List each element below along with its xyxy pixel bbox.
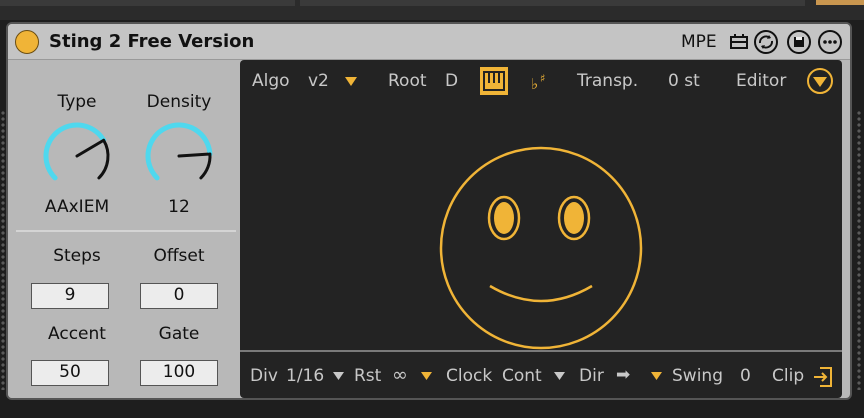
gate-numbox[interactable]: 100 <box>140 360 218 386</box>
steps-numbox[interactable]: 9 <box>31 283 109 309</box>
density-knob[interactable] <box>141 118 217 194</box>
root-label: Root <box>388 71 427 91</box>
root-value[interactable]: D <box>445 71 458 91</box>
dir-dropdown[interactable]: ➡ <box>616 365 630 385</box>
top-strip <box>0 0 864 20</box>
save-icon[interactable] <box>786 29 812 55</box>
sequencer-display: Algo v2 Root D ♭ ♯ Transp. 0 st Editor D… <box>240 60 842 398</box>
offset-numbox[interactable]: 0 <box>140 283 218 309</box>
type-knob[interactable] <box>39 118 115 194</box>
device-titlebar: Sting 2 Free Version MPE <box>8 24 850 60</box>
clock-dropdown-arrow-icon[interactable] <box>553 371 566 381</box>
track-color-tab[interactable] <box>816 0 864 5</box>
editor-label: Editor <box>736 71 787 91</box>
clock-dropdown[interactable]: Cont <box>502 366 542 386</box>
rst-dropdown[interactable]: ∞ <box>392 364 408 386</box>
div-dropdown[interactable]: 1/16 <box>286 366 324 386</box>
steps-label: Steps <box>53 246 101 266</box>
algo-dropdown-arrow-icon[interactable] <box>344 76 358 87</box>
track-strip-left <box>0 0 295 6</box>
smiley-face-icon <box>439 146 643 350</box>
clock-label: Clock <box>446 366 493 386</box>
algo-label: Algo <box>252 71 290 91</box>
parameter-panel: Type AAxIEM Density 12 Steps 9 Offset 0 … <box>8 60 238 398</box>
hot-swap-icon[interactable] <box>753 29 779 55</box>
transp-value[interactable]: 0 st <box>668 71 700 91</box>
power-icon[interactable] <box>15 30 39 54</box>
div-label: Div <box>250 366 278 386</box>
swing-label: Swing <box>672 366 723 386</box>
accent-numbox[interactable]: 50 <box>31 360 109 386</box>
algo-dropdown[interactable]: v2 <box>308 71 329 91</box>
density-label: Density <box>146 92 212 112</box>
more-icon[interactable] <box>817 29 843 55</box>
clip-label: Clip <box>772 366 805 386</box>
accent-label: Accent <box>48 324 106 344</box>
piano-icon[interactable] <box>479 66 509 96</box>
swing-value[interactable]: 0 <box>740 366 751 386</box>
rst-dropdown-arrow-icon[interactable] <box>420 371 433 381</box>
type-label: Type <box>57 92 97 112</box>
svg-text:♭: ♭ <box>531 75 538 93</box>
dir-label: Dir <box>579 366 604 386</box>
transp-label: Transp. <box>577 71 639 91</box>
flat-sharp-icon[interactable]: ♭ ♯ <box>530 68 554 94</box>
type-value: AAxIEM <box>44 197 110 217</box>
mpe-label[interactable]: MPE <box>681 32 717 52</box>
svg-text:♯: ♯ <box>540 72 545 85</box>
panel-divider <box>16 230 236 232</box>
density-value: 12 <box>168 197 190 217</box>
editor-chevron-icon[interactable] <box>806 67 834 95</box>
clip-export-icon[interactable] <box>812 365 834 389</box>
track-strip-right <box>300 0 805 6</box>
instrument-icon[interactable] <box>726 29 752 55</box>
rst-label: Rst <box>354 366 382 386</box>
right-grip[interactable] <box>856 110 862 390</box>
div-dropdown-arrow-icon[interactable] <box>332 371 345 381</box>
gate-label: Gate <box>158 324 200 344</box>
offset-label: Offset <box>153 246 205 266</box>
footer-separator <box>240 350 842 352</box>
dir-dropdown-arrow-icon[interactable] <box>650 371 663 381</box>
device-window: Sting 2 Free Version MPE Type AAxIEM Den… <box>6 22 852 400</box>
device-title: Sting 2 Free Version <box>49 31 255 52</box>
